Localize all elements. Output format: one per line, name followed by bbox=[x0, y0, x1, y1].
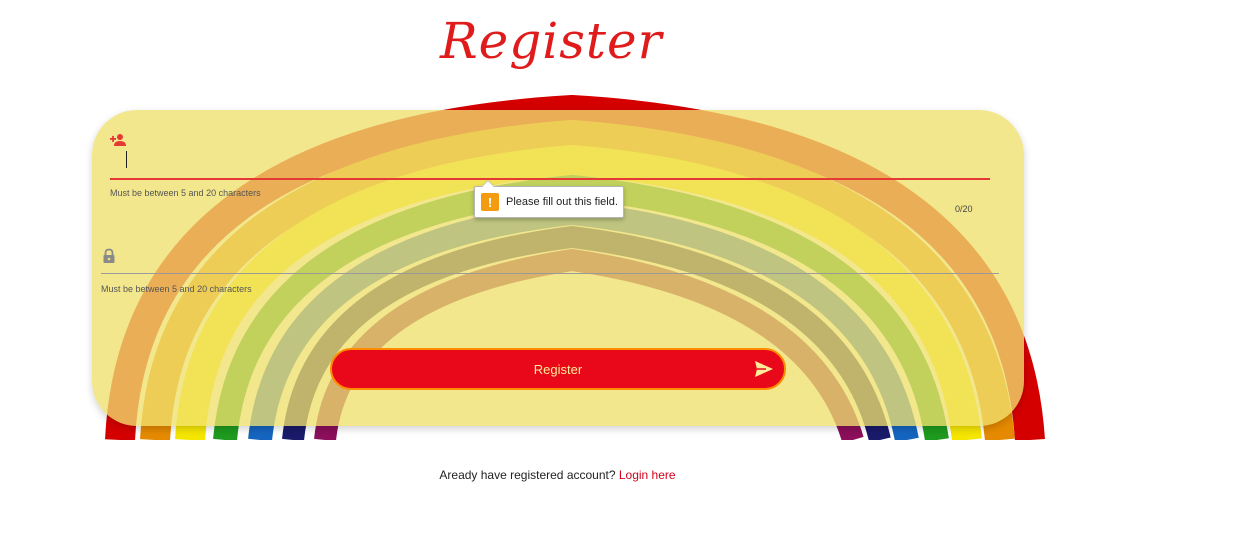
send-icon bbox=[755, 361, 773, 377]
page-title: Register bbox=[440, 12, 663, 70]
validation-message: Please fill out this field. bbox=[506, 196, 618, 208]
register-button[interactable]: Register bbox=[330, 348, 786, 390]
username-char-counter: 0/20 bbox=[955, 204, 973, 214]
password-underline bbox=[101, 273, 999, 274]
text-cursor bbox=[126, 151, 127, 168]
warning-icon: ! bbox=[481, 193, 499, 211]
validation-tooltip: ! Please fill out this field. bbox=[474, 180, 624, 218]
password-hint: Must be between 5 and 20 characters bbox=[101, 284, 252, 294]
username-underline bbox=[110, 178, 990, 180]
add-user-icon bbox=[110, 134, 126, 146]
login-prompt: Aready have registered account? Login he… bbox=[0, 468, 1115, 482]
register-button-label: Register bbox=[533, 361, 583, 377]
lock-icon bbox=[103, 248, 115, 263]
login-prompt-text: Aready have registered account? bbox=[439, 468, 616, 482]
username-hint: Must be between 5 and 20 characters bbox=[110, 188, 261, 198]
login-link[interactable]: Login here bbox=[619, 468, 676, 482]
